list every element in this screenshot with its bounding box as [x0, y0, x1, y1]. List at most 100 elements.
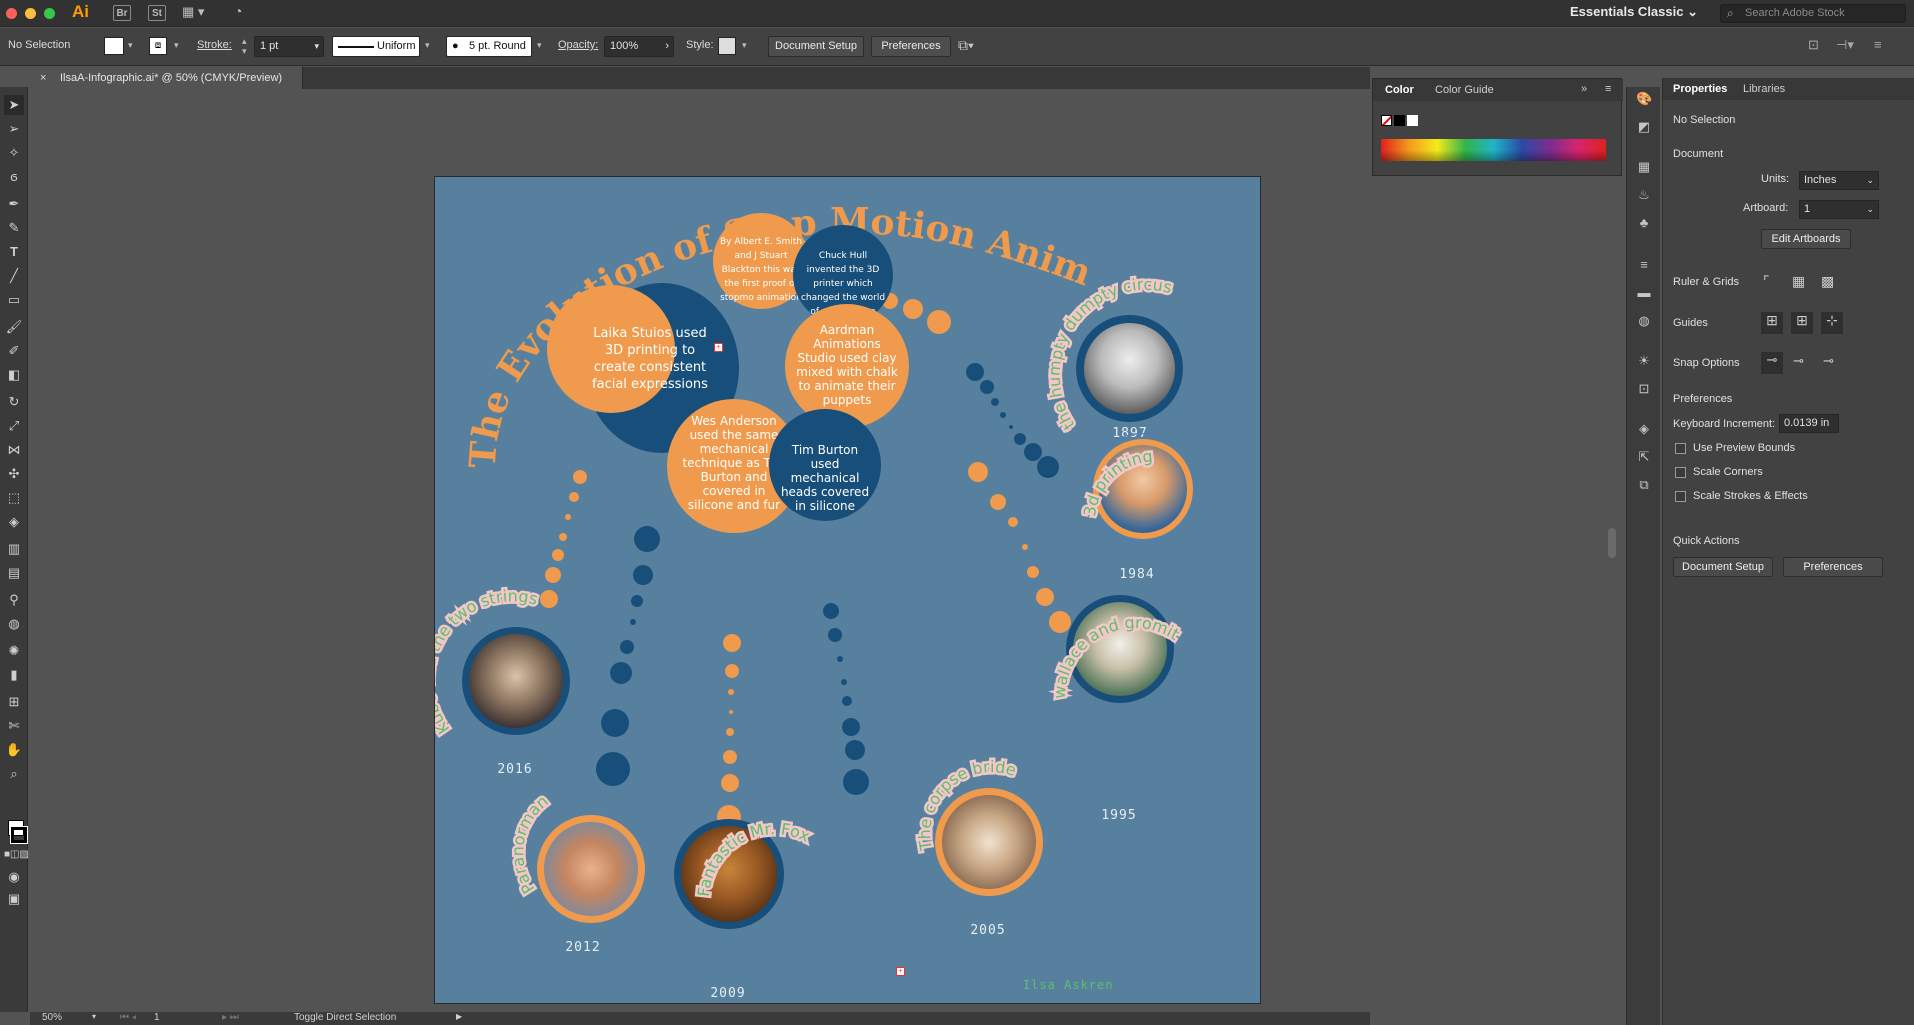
layers-icon[interactable]: ◈ — [1636, 421, 1652, 437]
align-icon[interactable]: ⊡ — [1808, 37, 1819, 53]
preferences-button[interactable]: Preferences — [871, 36, 951, 57]
graph-tool-icon[interactable]: ▮ — [4, 665, 24, 685]
fill-swatch[interactable] — [104, 37, 124, 55]
stroke-label[interactable]: Stroke: — [197, 39, 232, 51]
transform-icon[interactable]: ⊣▾ — [1836, 37, 1854, 53]
bridge-icon[interactable]: Br — [113, 5, 131, 21]
minimize-window-button[interactable] — [25, 8, 36, 19]
snap-to-point-icon[interactable]: ⊸ — [1761, 352, 1783, 374]
tab-color[interactable]: Color — [1385, 84, 1414, 96]
graphic-styles-icon[interactable]: ⊡ — [1636, 381, 1652, 397]
paintbrush-tool-icon[interactable]: 🖌 — [4, 317, 24, 337]
transparency-icon[interactable]: ◍ — [1636, 313, 1652, 329]
artboard[interactable]: The Evolution of Stop Motion Animation L… — [434, 176, 1261, 1004]
color-spectrum[interactable] — [1381, 139, 1606, 161]
arrange-documents-icon[interactable]: ▦ ▾ — [182, 4, 204, 20]
artboard-number[interactable]: 1 — [154, 1012, 160, 1023]
opacity-field[interactable]: 100% › — [604, 36, 674, 57]
eyedropper-tool-icon[interactable]: ⚲ — [4, 590, 24, 610]
chevron-down-icon[interactable]: ▾ — [537, 40, 542, 51]
shaper-tool-icon[interactable]: ✐ — [4, 341, 24, 361]
black-swatch[interactable] — [1394, 115, 1405, 126]
variable-width-profile[interactable]: Uniform — [332, 36, 420, 57]
snap-to-grid-icon[interactable]: ⊸ — [1793, 353, 1804, 369]
select-similar-icon[interactable]: ⧉▾ — [958, 37, 974, 54]
chevron-down-icon[interactable]: ▾ — [425, 40, 430, 51]
document-tab[interactable]: × IlsaA-Infographic.ai* @ 50% (CMYK/Prev… — [30, 67, 303, 89]
eraser-tool-icon[interactable]: ◧ — [4, 365, 24, 385]
stroke-swatch[interactable]: ⧈ — [149, 37, 167, 55]
slice-tool-icon[interactable]: ✄ — [4, 716, 24, 736]
curvature-tool-icon[interactable]: ✎ — [4, 218, 24, 238]
brushes-icon[interactable]: ♨ — [1636, 187, 1652, 203]
artboard-tool-icon[interactable]: ⊞ — [4, 692, 24, 712]
style-swatch[interactable] — [718, 37, 736, 55]
perspective-grid-tool-icon[interactable]: ▥ — [4, 539, 24, 559]
white-swatch[interactable] — [1407, 115, 1418, 126]
color-panel-icon[interactable]: 🎨 — [1636, 91, 1652, 107]
screen-mode-icon[interactable]: ▣ — [4, 889, 24, 909]
symbols-icon[interactable]: ♣ — [1636, 215, 1652, 231]
stroke-weight-field[interactable]: 1 pt ▾ — [254, 36, 324, 57]
workspace-switcher[interactable]: Essentials Classic ⌄ — [1570, 4, 1698, 20]
chevron-down-icon[interactable]: ▾ — [174, 40, 179, 51]
pen-tool-icon[interactable]: ✒ — [4, 194, 24, 214]
width-tool-icon[interactable]: ⋈ — [4, 440, 24, 460]
hand-tool-icon[interactable]: ✋ — [4, 740, 24, 760]
units-select[interactable]: Inches ⌄ — [1799, 171, 1879, 190]
gradient-tool-icon[interactable]: ▤ — [4, 563, 24, 583]
gradient-panel-icon[interactable]: ▬ — [1636, 285, 1652, 301]
shape-builder-tool-icon[interactable]: ◈ — [4, 512, 24, 532]
panel-menu-icon[interactable]: ≡ — [1874, 37, 1882, 52]
lock-guides-icon[interactable]: ⊞ — [1791, 312, 1813, 334]
chevron-right-icon[interactable]: ▶ — [456, 1012, 462, 1021]
lasso-tool-icon[interactable]: ϭ — [4, 167, 24, 187]
collapse-panel-icon[interactable]: » — [1581, 83, 1587, 95]
grid-icon[interactable]: ▦ — [1792, 273, 1805, 290]
symbol-sprayer-tool-icon[interactable]: ✺ — [4, 641, 24, 661]
color-mode-icon[interactable]: ■◫▨ — [4, 845, 29, 865]
use-preview-bounds-checkbox[interactable] — [1675, 443, 1686, 454]
rotate-tool-icon[interactable]: ↻ — [4, 392, 24, 412]
none-swatch[interactable] — [1381, 115, 1392, 126]
tab-libraries[interactable]: Libraries — [1743, 83, 1785, 95]
artboard-select[interactable]: 1 ⌄ — [1799, 200, 1879, 219]
vertical-scrollbar-thumb[interactable] — [1608, 528, 1616, 558]
links-icon[interactable]: ⇱ — [1636, 449, 1652, 465]
show-guides-icon[interactable]: ⊞ — [1761, 312, 1783, 334]
brush-definition[interactable]: ● 5 pt. Round — [446, 36, 532, 57]
zoom-level[interactable]: 50% — [42, 1012, 62, 1023]
smart-guides-icon[interactable]: ⊹ — [1821, 312, 1843, 334]
ruler-icon[interactable]: ⌜ — [1763, 273, 1770, 290]
swatches-icon[interactable]: ▦ — [1636, 159, 1652, 175]
appearance-icon[interactable]: ☀ — [1636, 353, 1652, 369]
scale-strokes-checkbox[interactable] — [1675, 491, 1686, 502]
scale-corners-checkbox[interactable] — [1675, 467, 1686, 478]
draw-mode-icon[interactable]: ◉ — [4, 867, 24, 887]
scale-tool-icon[interactable]: ⤢ — [4, 416, 24, 436]
tab-properties[interactable]: Properties — [1673, 83, 1727, 95]
chevron-down-icon[interactable]: ▾ — [92, 1012, 96, 1021]
next-artboard-icon[interactable]: ▸ ⏭ — [222, 1012, 239, 1023]
stroke-color-box[interactable] — [10, 826, 28, 844]
close-window-button[interactable] — [6, 8, 17, 19]
stroke-stepper[interactable]: ▴ ▾ — [242, 36, 247, 56]
direct-selection-tool-icon[interactable]: ➢ — [4, 119, 24, 139]
panel-menu-icon[interactable]: ≡ — [1605, 83, 1611, 95]
first-artboard-icon[interactable]: ⏮ ◂ — [120, 1012, 136, 1023]
opacity-label[interactable]: Opacity: — [558, 39, 598, 51]
magic-wand-tool-icon[interactable]: ✧ — [4, 143, 24, 163]
quick-document-setup-button[interactable]: Document Setup — [1673, 557, 1773, 577]
document-setup-button[interactable]: Document Setup — [768, 36, 864, 57]
puppet-warp-tool-icon[interactable]: ✣ — [4, 464, 24, 484]
edit-artboards-button[interactable]: Edit Artboards — [1761, 229, 1851, 249]
color-guide-icon[interactable]: ◩ — [1636, 119, 1652, 135]
transparency-grid-icon[interactable]: ▩ — [1821, 273, 1834, 290]
rectangle-tool-icon[interactable]: ▭ — [4, 290, 24, 310]
tab-color-guide[interactable]: Color Guide — [1435, 84, 1494, 96]
search-stock-input[interactable]: ⌕ Search Adobe Stock — [1720, 4, 1906, 23]
snap-to-pixel-icon[interactable]: ⊸ — [1823, 353, 1834, 369]
chevron-down-icon[interactable]: ▾ — [128, 40, 133, 51]
zoom-tool-icon[interactable]: ⌕ — [4, 764, 24, 784]
type-tool-icon[interactable]: T — [4, 242, 24, 262]
